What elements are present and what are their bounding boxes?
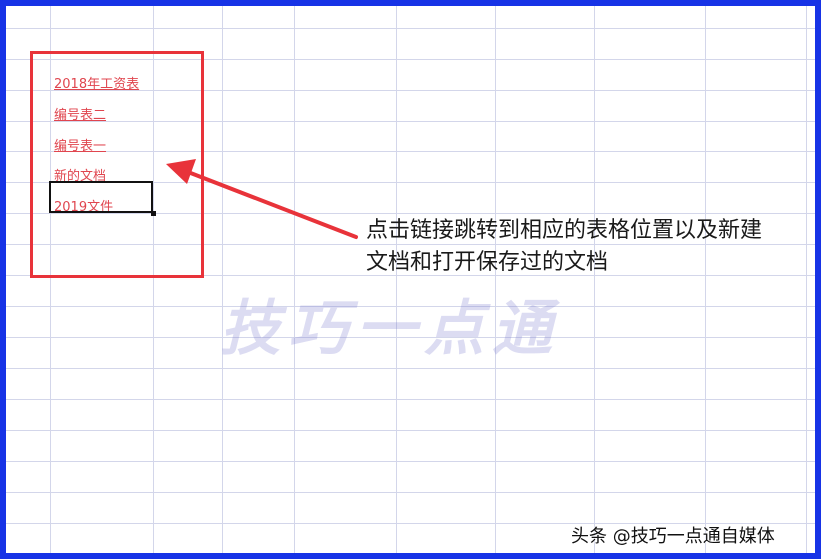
annotation-line-2: 文档和打开保存过的文档 [366,250,609,275]
pointer-arrow-icon [166,159,358,239]
annotation-text: 点击链接跳转到相应的表格位置以及新建 文档和打开保存过的文档 [366,215,762,279]
annotation-line-1: 点击链接跳转到相应的表格位置以及新建 [366,218,763,243]
spreadsheet-grid[interactable]: 技巧一点通 2018年工资表 编号表二 编号表一 新的文档 2019文件 点击链… [6,6,815,553]
source-credit: 头条 @技巧一点通自媒体 [571,526,775,547]
